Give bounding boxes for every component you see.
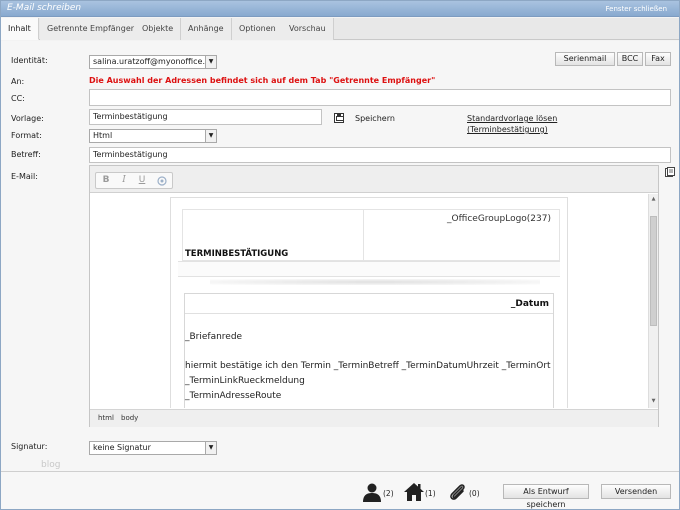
confirmation-line: hiermit bestätige ich den Termin _Termin… — [185, 361, 551, 371]
bcc-button[interactable]: BCC — [617, 52, 643, 66]
route-line: _TerminAdresseRoute — [185, 391, 282, 401]
save-draft-button[interactable]: Als Entwurf speichern — [503, 484, 589, 509]
compose-form: Serienmail BCC Fax Identität: salina.ura… — [1, 41, 679, 471]
vorlage-input[interactable]: Terminbestätigung — [89, 109, 322, 125]
editor-statusbar: html body — [90, 409, 658, 427]
window-title: E-Mail schreiben — [7, 3, 82, 13]
contact-icon[interactable] — [362, 482, 382, 502]
scrollbar-thumb[interactable] — [650, 216, 657, 326]
tab-objekte[interactable]: Objekte — [135, 18, 182, 40]
speichern-link[interactable]: Speichern — [355, 113, 395, 124]
standardvorlage-link-line1[interactable]: Standardvorlage lösen — [467, 113, 557, 124]
recipients-warning: Die Auswahl der Adressen befindet sich a… — [89, 76, 436, 85]
format-label: Format: — [11, 131, 42, 140]
send-button[interactable]: Versenden — [601, 484, 671, 499]
title-bar: E-Mail schreiben Fenster schließen — [1, 1, 679, 17]
datum-row: _Datum — [185, 294, 553, 314]
link-button[interactable] — [154, 174, 170, 187]
tab-anhaenge[interactable]: Anhänge — [181, 18, 232, 40]
email-label: E-Mail: — [11, 172, 38, 181]
an-label: An: — [11, 77, 25, 86]
identitaet-label: Identität: — [11, 56, 48, 65]
house-icon[interactable] — [403, 482, 425, 502]
editor-content[interactable]: _OfficeGroupLogo(237) TERMINBESTÄTIGUNG … — [90, 194, 648, 408]
cc-input[interactable] — [89, 89, 671, 106]
datum-placeholder: _Datum — [510, 299, 549, 309]
watermark: blog — [41, 460, 61, 470]
logo-placeholder: _OfficeGroupLogo(237) — [447, 214, 551, 224]
signatur-label: Signatur: — [11, 442, 48, 451]
footer-bar: (2) (1) (0) Als Entwurf speichern Versen… — [1, 471, 679, 509]
tab-inhalt[interactable]: Inhalt — [1, 18, 39, 40]
save-icon[interactable] — [334, 113, 344, 123]
attachments-count: (0) — [469, 489, 480, 498]
bold-button[interactable]: B — [98, 174, 114, 187]
header-divider — [363, 210, 364, 262]
chevron-down-icon: ▼ — [205, 130, 216, 142]
close-window-link[interactable]: Fenster schließen — [606, 5, 667, 13]
chevron-down-icon: ▼ — [205, 56, 216, 68]
status-path-body[interactable]: body — [121, 414, 138, 422]
contacts-count: (2) — [383, 489, 394, 498]
status-path-html[interactable]: html — [98, 414, 114, 422]
email-compose-window: E-Mail schreiben Fenster schließen Inhal… — [0, 0, 680, 510]
fax-button[interactable]: Fax — [645, 52, 671, 66]
identitaet-value: salina.uratzoff@myonoffice.de — [93, 57, 216, 66]
editor-toolbar: B I U — [90, 166, 658, 193]
tab-getrennte-empfaenger[interactable]: Getrennte Empfänger — [40, 18, 143, 40]
signatur-value: keine Signatur — [93, 443, 151, 452]
paperclip-icon[interactable] — [448, 482, 468, 502]
cc-label: CC: — [11, 94, 25, 103]
rueckmeldung-line: _TerminLinkRueckmeldung — [185, 376, 305, 386]
tab-bar: Inhalt Getrennte Empfänger Objekte Anhän… — [1, 18, 679, 40]
estates-count: (1) — [425, 489, 436, 498]
identitaet-select[interactable]: salina.uratzoff@myonoffice.de ▼ — [89, 55, 217, 69]
format-tool-group: B I U — [95, 172, 173, 189]
separator-band — [178, 261, 560, 277]
separator-shadow — [210, 279, 540, 285]
italic-button[interactable]: I — [116, 174, 132, 187]
betreff-input[interactable]: Terminbestätigung — [89, 147, 671, 163]
tab-vorschau[interactable]: Vorschau — [282, 18, 334, 40]
betreff-label: Betreff: — [11, 150, 41, 159]
standardvorlage-link-line2[interactable]: (Terminbestätigung) — [467, 124, 548, 135]
email-editor: B I U _OfficeGroupLogo(237) TERMINBESTÄT… — [89, 165, 659, 427]
template-heading: TERMINBESTÄTIGUNG — [185, 249, 289, 259]
html-source-icon[interactable] — [665, 167, 675, 177]
link-icon — [157, 176, 167, 186]
signatur-select[interactable]: keine Signatur ▼ — [89, 441, 217, 455]
chevron-down-icon: ▼ — [205, 442, 216, 454]
briefanrede-line: _Briefanrede — [185, 332, 243, 342]
tab-optionen[interactable]: Optionen — [232, 18, 284, 40]
editor-scrollbar[interactable]: ▲ ▼ — [648, 194, 658, 408]
scroll-down-icon[interactable]: ▼ — [650, 398, 657, 406]
serienmail-button[interactable]: Serienmail — [555, 52, 615, 66]
scroll-up-icon[interactable]: ▲ — [650, 196, 657, 204]
vorlage-label: Vorlage: — [11, 114, 44, 123]
format-select[interactable]: Html ▼ — [89, 129, 217, 143]
format-value: Html — [93, 131, 113, 140]
underline-button[interactable]: U — [134, 174, 150, 187]
